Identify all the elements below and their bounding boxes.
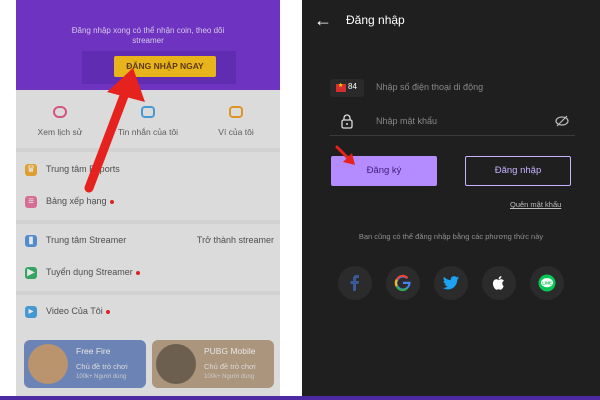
menu-item-label: Tuyển dụng Streamer: [46, 267, 140, 277]
divider: [16, 220, 280, 224]
wallet-icon: [229, 106, 243, 118]
free-fire-art: [28, 344, 68, 384]
notification-dot: [135, 270, 140, 275]
password-input[interactable]: Nhập mật khẩu: [376, 116, 437, 126]
page-title: Đăng nhập: [346, 13, 405, 27]
notification-dot: [105, 309, 110, 314]
country-code-selector[interactable]: 84: [330, 79, 364, 97]
red-arrow-icon: [84, 68, 145, 193]
login-hint-text: Đăng nhập xong có thể nhận coin, theo dõ…: [71, 26, 225, 45]
apple-icon: [492, 276, 504, 290]
twitter-login-button[interactable]: [434, 266, 468, 300]
game-card-free-fire[interactable]: Free Fire Chủ đề trò chơi 100k+ Người dù…: [24, 340, 146, 388]
quick-item-label: Ví của tôi: [218, 127, 254, 137]
country-code: 84: [348, 82, 357, 91]
bottom-border: [0, 396, 600, 400]
google-login-button[interactable]: [386, 266, 420, 300]
ranking-icon: ≡: [25, 196, 37, 208]
game-card-pubg-mobile[interactable]: PUBG Mobile Chủ đề trò chơi 100k+ Người …: [152, 340, 274, 388]
login-button[interactable]: Đăng nhập: [465, 156, 571, 186]
phone-input[interactable]: Nhập số điện thoại di động: [376, 82, 483, 92]
login-topbar: ← Đăng nhập: [302, 0, 600, 44]
phone-field[interactable]: 84 Nhập số điện thoại di động: [330, 74, 575, 102]
apple-login-button[interactable]: [482, 266, 516, 300]
google-icon: [394, 274, 411, 292]
become-streamer-link[interactable]: Trở thành streamer: [197, 235, 274, 245]
menu-item-my-videos[interactable]: ▸ Video Của Tôi: [16, 299, 280, 325]
alt-login-text: Bạn cũng có thể đăng nhập bằng các phươn…: [358, 232, 544, 241]
lock-icon: [341, 114, 353, 129]
svg-text:LINE: LINE: [542, 280, 552, 285]
vietnam-flag-icon: [336, 82, 346, 92]
game-card-users: 100k+ Người dùng: [204, 374, 255, 380]
line-login-button[interactable]: LINE: [530, 266, 564, 300]
notification-dot: [109, 199, 114, 204]
twitter-icon: [442, 276, 459, 290]
password-field[interactable]: Nhập mật khẩu: [330, 110, 575, 136]
menu-item-label: Video Của Tôi: [46, 306, 110, 316]
menu-item-text: Video Của Tôi: [46, 306, 103, 316]
hide-password-eye-icon[interactable]: [555, 115, 569, 127]
back-arrow-icon[interactable]: ←: [314, 10, 332, 30]
screenshot-stage: Đăng nhập xong có thể nhận coin, theo dõ…: [0, 0, 600, 400]
divider: [16, 291, 280, 295]
red-arrow-icon: [335, 145, 355, 165]
menu-item-streamer-center[interactable]: ▮ Trung tâm Streamer Trở thành streamer: [16, 228, 280, 254]
menu-item-recruit[interactable]: ▶ Tuyển dụng Streamer: [16, 260, 280, 286]
game-card-subtitle: Chủ đề trò chơi: [204, 362, 256, 371]
left-phone-screen: Đăng nhập xong có thể nhận coin, theo dõ…: [16, 0, 280, 400]
game-card-title: PUBG Mobile: [204, 346, 256, 356]
game-card-subtitle: Chủ đề trò chơi: [76, 362, 128, 371]
pubg-art: [156, 344, 196, 384]
line-icon: LINE: [538, 274, 556, 292]
history-icon: [53, 106, 67, 118]
facebook-icon: [350, 275, 359, 291]
game-card-title: Free Fire: [76, 346, 111, 356]
menu-item-label: Trung tâm Streamer: [46, 235, 127, 245]
recruit-icon: ▶: [25, 267, 37, 279]
forgot-password-link[interactable]: Quên mật khẩu: [510, 200, 561, 209]
quick-item-wallet[interactable]: Ví của tôi: [192, 104, 280, 140]
menu-item-text: Tuyển dụng Streamer: [46, 267, 133, 277]
game-card-users: 100k+ Người dùng: [76, 374, 127, 380]
right-phone-screen: ← Đăng nhập 84 Nhập số điện thoại di độn…: [302, 0, 600, 400]
streamer-center-icon: ▮: [25, 235, 37, 247]
trophy-icon: ♛: [25, 164, 37, 176]
facebook-login-button[interactable]: [338, 266, 372, 300]
video-icon: ▸: [25, 306, 37, 318]
